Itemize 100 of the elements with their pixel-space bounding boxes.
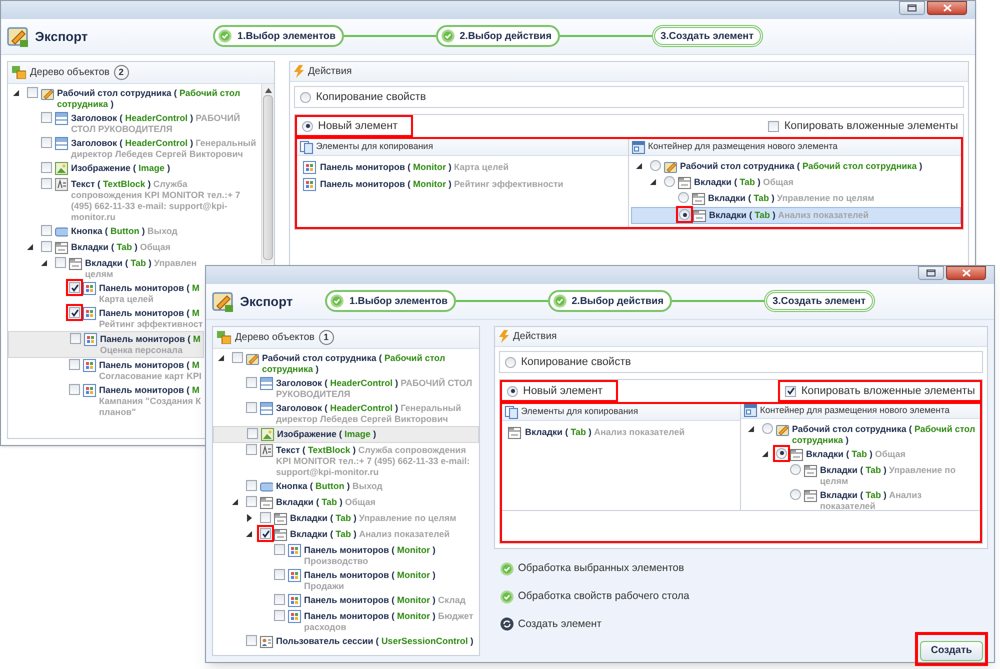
checkbox[interactable] xyxy=(41,137,52,148)
text-lines-icon xyxy=(55,178,68,191)
checkbox[interactable] xyxy=(246,377,257,388)
radio-button[interactable] xyxy=(507,386,518,396)
checkbox[interactable] xyxy=(41,225,52,236)
checkbox[interactable] xyxy=(246,635,257,646)
radio-button[interactable] xyxy=(679,209,690,220)
option-box[interactable]: Копирование свойств xyxy=(294,86,964,108)
tabbed-window-icon xyxy=(678,176,691,189)
checkbox[interactable] xyxy=(768,120,780,132)
collapse-arrow-icon[interactable] xyxy=(40,259,48,267)
checkbox[interactable] xyxy=(274,594,285,605)
radio-button[interactable] xyxy=(678,192,689,203)
tabbed-window-icon xyxy=(790,448,803,460)
frame-pencil-icon xyxy=(7,26,29,48)
radio-button[interactable] xyxy=(505,356,516,368)
checkbox[interactable] xyxy=(785,386,796,396)
node-label: Текст ( TextBlock ) Служба сопровождения KPI MONITOR тел.:+ 7 (495) 662-11-33 e-mail: support@kpi-monitor.ru xyxy=(276,444,471,478)
scrollbar-thumb[interactable] xyxy=(263,95,273,260)
restore-button[interactable] xyxy=(918,266,944,280)
collapse-arrow-icon[interactable] xyxy=(649,178,657,186)
column-header: Элементы для копирования xyxy=(316,140,434,154)
collapse-arrow-icon[interactable] xyxy=(231,498,239,506)
highlighted-row[interactable]: Изображение ( Image ) xyxy=(213,426,479,443)
checkbox[interactable] xyxy=(247,428,258,439)
tile-grid-icon xyxy=(83,307,96,320)
checkbox[interactable] xyxy=(41,112,52,123)
radio-button[interactable] xyxy=(790,464,801,474)
close-button[interactable] xyxy=(927,1,967,15)
checkbox[interactable] xyxy=(246,496,257,507)
node-label: Вкладки ( Tab ) Управлен целям xyxy=(85,257,197,280)
checkbox[interactable] xyxy=(260,512,271,523)
checkbox[interactable] xyxy=(260,528,271,539)
radio-button[interactable] xyxy=(664,176,675,187)
collapse-arrow-icon[interactable] xyxy=(12,89,20,97)
radio-button[interactable] xyxy=(762,422,773,434)
collapse-arrow-icon[interactable] xyxy=(747,424,755,432)
frame-pencil-icon xyxy=(212,290,234,312)
checkbox[interactable] xyxy=(274,610,285,621)
step-tab[interactable]: 3.Создать элемент xyxy=(652,25,763,47)
close-button[interactable] xyxy=(946,266,986,280)
option-label: Новый элемент xyxy=(523,384,604,399)
create-button[interactable]: Создать xyxy=(920,640,983,661)
node-label: Панель мониторов ( Monitor ) Производство xyxy=(304,544,437,567)
collapse-arrow-icon[interactable] xyxy=(26,243,34,251)
checkbox-label: Копировать вложенные элементы xyxy=(801,384,975,399)
tile-grid-icon xyxy=(83,282,96,295)
column-header: Контейнер для размещения нового элемента xyxy=(760,404,950,417)
step-tab[interactable]: 2.Выбор действия xyxy=(548,290,672,312)
collapse-arrow-icon[interactable] xyxy=(245,530,253,538)
collapse-arrow-icon[interactable] xyxy=(217,354,225,362)
radio-button[interactable] xyxy=(650,160,661,171)
copy-pages-icon xyxy=(300,140,313,154)
expand-arrow-icon[interactable] xyxy=(245,514,253,522)
option-box[interactable]: Копирование свойств xyxy=(499,351,983,373)
restore-button[interactable] xyxy=(899,1,925,15)
node-label: Изображение ( Image ) xyxy=(71,162,170,174)
checkbox[interactable] xyxy=(27,87,38,98)
node-label: Заголовок ( HeaderControl ) РАБОЧИЙ СТОЛ РУКОВОДИТЕЛЯ xyxy=(71,112,242,135)
collapse-arrow-icon[interactable] xyxy=(635,162,643,170)
checkbox[interactable] xyxy=(274,544,285,555)
step-tab[interactable]: 1.Выбор элементов xyxy=(325,290,456,312)
checkbox[interactable] xyxy=(69,307,80,318)
checkbox[interactable] xyxy=(69,359,80,370)
step-tab[interactable]: 3.Создать элемент xyxy=(764,290,875,312)
checkbox[interactable] xyxy=(55,257,66,268)
frame-pencil-icon xyxy=(664,160,677,173)
tile-grid-icon xyxy=(288,594,301,607)
checkbox[interactable] xyxy=(41,241,52,252)
node-label: Вкладки ( Tab ) Управление по целям xyxy=(708,192,874,204)
node-label: Вкладки ( Tab ) Управление по целям xyxy=(290,512,456,524)
radio-button[interactable] xyxy=(300,92,311,102)
tabbed-window-icon xyxy=(274,512,287,525)
radio-button[interactable] xyxy=(302,120,313,132)
checkbox[interactable] xyxy=(246,480,257,491)
checkbox[interactable] xyxy=(41,162,52,173)
radio-button[interactable] xyxy=(790,488,801,500)
checkbox[interactable] xyxy=(232,352,243,363)
highlighted-row[interactable]: Вкладки ( Tab ) Анализ показателей xyxy=(631,207,961,224)
tabbed-window-icon xyxy=(274,528,287,541)
checkbox[interactable] xyxy=(70,333,81,344)
step-tab[interactable]: 1.Выбор элементов xyxy=(213,25,344,47)
node-label: Вкладки ( Tab ) Анализ показателей xyxy=(525,426,685,438)
window-restore-icon xyxy=(926,269,936,277)
radio-button[interactable] xyxy=(776,448,787,458)
highlighted-row[interactable]: Панель мониторов ( M Оценка персонала xyxy=(8,331,204,358)
checkbox[interactable] xyxy=(274,569,285,580)
checkbox[interactable] xyxy=(246,444,257,455)
container-window-icon xyxy=(744,404,757,418)
checkbox[interactable] xyxy=(69,384,80,395)
node-label: Вкладки ( Tab ) Анализ показателей xyxy=(820,488,923,512)
checkbox[interactable] xyxy=(41,178,52,189)
collapse-arrow-icon[interactable] xyxy=(761,450,769,458)
text-lines-icon xyxy=(260,444,273,457)
checkbox[interactable] xyxy=(69,282,80,293)
step-tab[interactable]: 2.Выбор действия xyxy=(436,25,560,47)
checkbox[interactable] xyxy=(246,402,257,413)
node-label: Заголовок ( HeaderControl ) РАБОЧИЙ СТОЛ РУКОВОДИТЕЛЯ xyxy=(276,377,474,400)
scroll-up-arrow-icon[interactable] xyxy=(264,88,272,93)
layout-icon xyxy=(260,402,273,415)
